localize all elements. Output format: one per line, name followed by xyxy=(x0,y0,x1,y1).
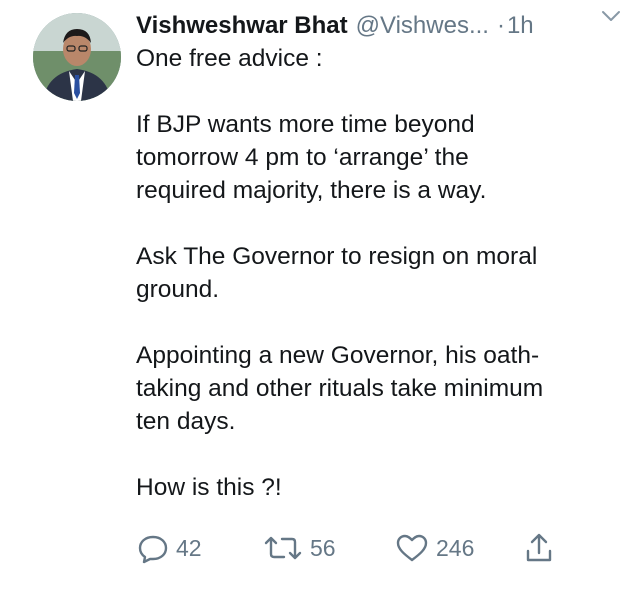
action-bar: 42 56 246 xyxy=(136,530,576,566)
separator-dot: · xyxy=(496,12,505,39)
author-handle[interactable]: @Vishwes... xyxy=(356,12,489,40)
like-button[interactable]: 246 xyxy=(394,530,474,566)
share-button[interactable] xyxy=(522,530,562,566)
chevron-down-icon[interactable] xyxy=(600,8,622,24)
reply-icon xyxy=(138,535,168,564)
heart-icon xyxy=(396,534,428,562)
retweet-icon xyxy=(264,536,302,560)
tweet-card[interactable]: Vishweshwar Bhat @Vishwes... · 1h One fr… xyxy=(0,0,640,592)
share-icon xyxy=(526,533,552,562)
tweet-line: How is this ?! xyxy=(136,474,282,501)
tweet-line: One free advice : xyxy=(136,45,323,72)
tweet-header: Vishweshwar Bhat @Vishwes... · 1h xyxy=(136,9,616,43)
tweet-text: One free advice : If BJP wants more time… xyxy=(136,42,616,504)
reply-button[interactable]: 42 xyxy=(136,530,202,566)
retweet-button[interactable]: 56 xyxy=(262,530,336,566)
tweet-line: ground. xyxy=(136,276,220,303)
retweet-count: 56 xyxy=(310,534,336,561)
tweet-line: Appointing a new Governor, his oath- xyxy=(136,342,540,369)
tweet-line: taking and other rituals take minimum xyxy=(136,375,544,402)
tweet-line: tomorrow 4 pm to ‘arrange’ the xyxy=(136,144,469,171)
avatar-image xyxy=(33,13,121,101)
tweet-line: If BJP wants more time beyond xyxy=(136,111,475,138)
avatar[interactable] xyxy=(33,13,121,101)
author-name[interactable]: Vishweshwar Bhat xyxy=(136,12,348,40)
reply-count: 42 xyxy=(176,534,202,561)
like-count: 246 xyxy=(436,534,475,561)
tweet-line: ten days. xyxy=(136,408,236,435)
tweet-line: Ask The Governor to resign on moral xyxy=(136,243,538,270)
timestamp[interactable]: 1h xyxy=(507,12,534,40)
tweet-line: required majority, there is a way. xyxy=(136,177,487,204)
